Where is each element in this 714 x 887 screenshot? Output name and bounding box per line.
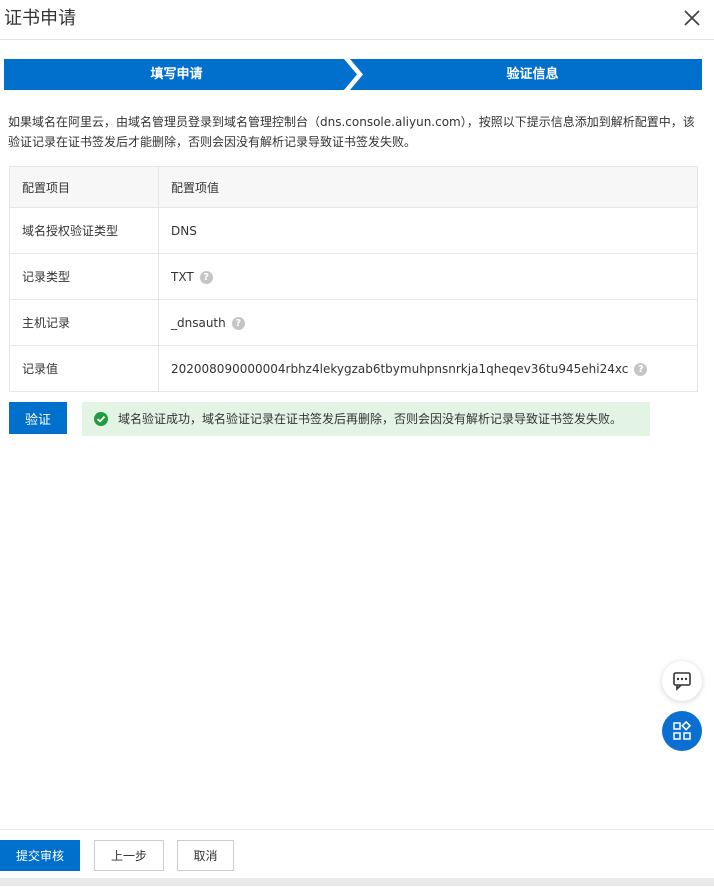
row-value: TXT	[171, 269, 194, 284]
row-key: 域名授权验证类型	[9, 207, 159, 254]
table-header-row: 配置项目 配置项值	[9, 166, 698, 208]
chat-icon[interactable]	[662, 661, 702, 701]
submit-review-button[interactable]: 提交审核	[0, 840, 80, 871]
row-value-cell: _dnsauth?	[158, 299, 698, 346]
row-key: 主机记录	[9, 299, 159, 346]
question-icon[interactable]: ?	[634, 362, 648, 376]
config-table: 配置项目 配置项值 域名授权验证类型 DNS 记录类型 TXT? 主机记录 _d…	[9, 166, 698, 392]
row-value: _dnsauth	[171, 315, 226, 330]
row-key: 记录值	[9, 345, 159, 392]
table-row: 域名授权验证类型 DNS	[9, 207, 698, 254]
taskbar-strip	[0, 878, 714, 886]
question-icon[interactable]: ?	[199, 270, 213, 284]
close-icon[interactable]	[680, 6, 704, 30]
table-row: 记录值 202008090000004rbhz4lekygzab6tbymuhp…	[9, 345, 698, 392]
row-value-cell: DNS	[158, 207, 698, 254]
row-value-cell: 202008090000004rbhz4lekygzab6tbymuhpnsnr…	[158, 345, 698, 392]
table-header-item: 配置项目	[9, 166, 159, 208]
success-message: 域名验证成功，域名验证记录在证书签发后再删除，否则会因没有解析记录导致证书签发失…	[118, 412, 623, 426]
row-value: DNS	[171, 223, 197, 238]
table-header-value: 配置项值	[158, 166, 698, 208]
previous-step-button[interactable]: 上一步	[94, 840, 164, 871]
check-circle-icon	[94, 412, 108, 426]
intro-text: 如果域名在阿里云，由域名管理员登录到域名管理控制台（dns.console.al…	[8, 115, 695, 149]
apps-icon[interactable]	[662, 711, 702, 751]
dialog-header: 证书申请	[0, 0, 714, 40]
verify-button[interactable]: 验证	[9, 402, 67, 434]
table-row: 记录类型 TXT?	[9, 253, 698, 300]
step-2-label: 验证信息	[506, 67, 559, 82]
cancel-button[interactable]: 取消	[177, 840, 234, 871]
table-row: 主机记录 _dnsauth?	[9, 299, 698, 346]
success-alert: 域名验证成功，域名验证记录在证书签发后再删除，否则会因没有解析记录导致证书签发失…	[82, 402, 650, 436]
row-value-cell: TXT?	[158, 253, 698, 300]
row-key: 记录类型	[9, 253, 159, 300]
row-value: 202008090000004rbhz4lekygzab6tbymuhpnsnr…	[171, 361, 629, 376]
question-icon[interactable]: ?	[231, 316, 245, 330]
step-1-label: 填写申请	[150, 67, 203, 82]
step-indicator: 填写申请 验证信息	[4, 59, 702, 90]
dialog-title: 证书申请	[4, 8, 76, 29]
